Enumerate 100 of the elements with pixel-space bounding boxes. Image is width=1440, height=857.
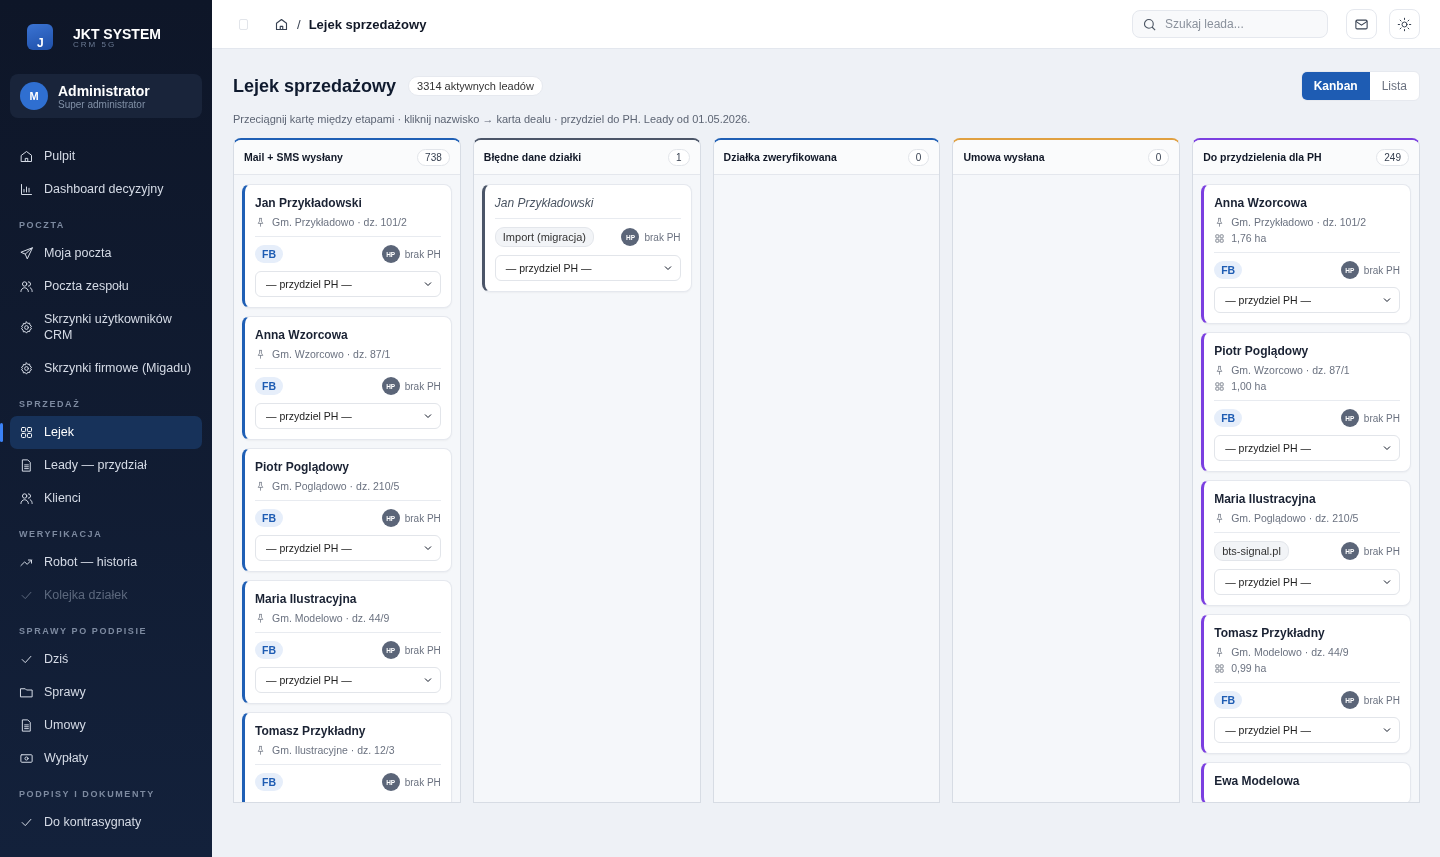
- search-field[interactable]: Szukaj leada...: [1132, 10, 1328, 38]
- lead-name[interactable]: Maria Ilustracyjna: [1214, 492, 1400, 506]
- grid-icon: [19, 424, 34, 440]
- nav-item[interactable]: Skrzynki użytkowników CRM: [10, 303, 202, 352]
- lead-area: 0,99 ha: [1231, 662, 1267, 674]
- sidebar-toggle-icon[interactable]: [239, 18, 248, 30]
- section-label: WERYFIKACJA: [18, 527, 104, 541]
- nav-item[interactable]: Poczta zespołu: [10, 270, 202, 303]
- users-icon: [19, 279, 34, 294]
- source-tag: FB: [255, 377, 283, 395]
- nav-item[interactable]: Moja poczta: [10, 237, 202, 270]
- assign-select[interactable]: — przydziel PH —: [494, 255, 681, 281]
- nav-item[interactable]: Pulpit: [10, 140, 202, 173]
- lead-name[interactable]: Jan Przykładowski: [494, 196, 681, 210]
- user-name: Administrator: [58, 82, 150, 99]
- breadcrumb-current: Lejek sprzedażowy: [308, 16, 427, 32]
- lead-name[interactable]: Jan Przykładowski: [255, 196, 441, 210]
- lead-name[interactable]: Maria Ilustracyjna: [255, 592, 441, 606]
- lead-location: Gm. Poglądowo · dz. 210/5: [272, 480, 400, 492]
- gear-icon: [19, 319, 34, 335]
- owner-label: brak PH: [404, 776, 441, 788]
- doc-icon: [19, 457, 34, 473]
- breadcrumb-separator: /: [297, 16, 301, 32]
- grid-icon: [1214, 232, 1226, 244]
- owner-label: brak PH: [404, 380, 441, 392]
- nav-item[interactable]: Klienci: [10, 481, 202, 515]
- nav-item[interactable]: Do kontrasygnaty: [10, 805, 202, 839]
- pin-icon: [255, 744, 266, 756]
- user-role: Super administrator: [58, 98, 147, 110]
- source-tag: FB: [255, 245, 283, 263]
- nav-item[interactable]: Dziś: [10, 642, 202, 676]
- brand-subtitle: CRM 5G: [73, 39, 118, 49]
- assign-select[interactable]: — przydziel PH —: [255, 271, 441, 297]
- source-tag: FB: [1214, 409, 1243, 427]
- grid-icon: [1214, 662, 1226, 674]
- assign-select[interactable]: — przydziel PH —: [1214, 569, 1400, 595]
- lead-location: Gm. Poglądowo · dz. 210/5: [1231, 512, 1359, 524]
- lead-name[interactable]: Tomasz Przykładny: [1214, 626, 1400, 640]
- send-icon: [19, 246, 34, 261]
- nav-item[interactable]: Robot — historia: [10, 545, 202, 579]
- assign-select[interactable]: — przydziel PH —: [1214, 435, 1400, 461]
- section-label: SPRAWY PO PODPISIE: [18, 624, 149, 638]
- section-label: SPRZEDAŻ: [18, 397, 82, 411]
- lead-name[interactable]: Ewa Modelowa: [1214, 774, 1400, 788]
- column-title: Umowa wysłana: [963, 151, 1045, 163]
- lead-location: Gm. Ilustracyjne · dz. 12/3: [272, 744, 395, 756]
- owner-label: brak PH: [404, 512, 441, 524]
- owner-label: brak PH: [644, 231, 681, 243]
- pin-icon: [1214, 364, 1226, 376]
- lead-location: Gm. Przykładowo · dz. 101/2: [272, 216, 407, 228]
- nav-item[interactable]: Leady — przydział: [10, 448, 202, 482]
- lead-card[interactable]: Ewa Modelowa: [1201, 762, 1411, 802]
- column-title: Działka zweryfikowana: [723, 151, 837, 163]
- lead-area: 1,00 ha: [1231, 380, 1267, 392]
- view-tab[interactable]: Kanban: [1301, 72, 1370, 100]
- assign-select[interactable]: — przydziel PH —: [255, 403, 441, 429]
- source-tag: FB: [255, 641, 283, 659]
- owner-label: brak PH: [1363, 264, 1400, 276]
- source-tag: FB: [255, 773, 283, 791]
- nav-item[interactable]: Skrzynki firmowe (Migadu): [10, 351, 202, 385]
- assign-select[interactable]: — przydziel PH —: [255, 535, 441, 561]
- source-tag: Import (migracja): [494, 227, 594, 247]
- nav-item[interactable]: Umowy: [10, 708, 202, 742]
- search-icon: [1142, 17, 1157, 32]
- user-avatar: M: [20, 82, 48, 110]
- lead-location: Gm. Modelowo · dz. 44/9: [1231, 646, 1349, 658]
- view-tab[interactable]: Lista: [1369, 72, 1419, 100]
- users-icon: [19, 490, 34, 506]
- source-tag: bts-signal.pl: [1214, 541, 1289, 561]
- nav-item[interactable]: Dashboard decyzyjny: [10, 173, 202, 206]
- assign-select[interactable]: — przydziel PH —: [255, 667, 441, 693]
- section-label: POCZTA: [18, 219, 66, 232]
- lead-name[interactable]: Tomasz Przykładny: [255, 724, 441, 738]
- lead-name[interactable]: Piotr Poglądowy: [255, 460, 441, 474]
- lead-count-badge: 3314 aktywnych leadów: [408, 76, 543, 96]
- logo-icon: J: [27, 24, 53, 50]
- pin-icon: [255, 348, 266, 360]
- column-title: Błędne dane działki: [483, 151, 582, 163]
- theme-button[interactable]: [1389, 9, 1420, 39]
- lead-area: 1,76 ha: [1231, 232, 1267, 244]
- owner-label: brak PH: [1363, 545, 1400, 557]
- lead-name[interactable]: Anna Wzorcowa: [1214, 196, 1400, 210]
- pin-icon: [255, 480, 266, 492]
- column-count: 0: [907, 148, 930, 166]
- owner-label: brak PH: [1363, 412, 1400, 424]
- nav-item[interactable]: Sprawy: [10, 675, 202, 709]
- nav-item[interactable]: Wypłaty: [10, 741, 202, 775]
- pin-icon: [1214, 216, 1226, 228]
- home-icon[interactable]: [274, 16, 289, 32]
- lead-location: Gm. Przykładowo · dz. 101/2: [1231, 216, 1366, 228]
- assign-select[interactable]: — przydziel PH —: [1214, 717, 1400, 743]
- owner-label: brak PH: [404, 248, 441, 260]
- user-card[interactable]: M Administrator Super administrator: [10, 74, 202, 118]
- grid-icon: [1214, 380, 1226, 392]
- mail-button[interactable]: [1346, 9, 1377, 39]
- doc-icon: [19, 717, 34, 733]
- column-count: 249: [1376, 148, 1409, 166]
- assign-select[interactable]: — przydziel PH —: [1214, 287, 1400, 313]
- lead-name[interactable]: Anna Wzorcowa: [255, 328, 441, 342]
- lead-name[interactable]: Piotr Poglądowy: [1214, 344, 1400, 358]
